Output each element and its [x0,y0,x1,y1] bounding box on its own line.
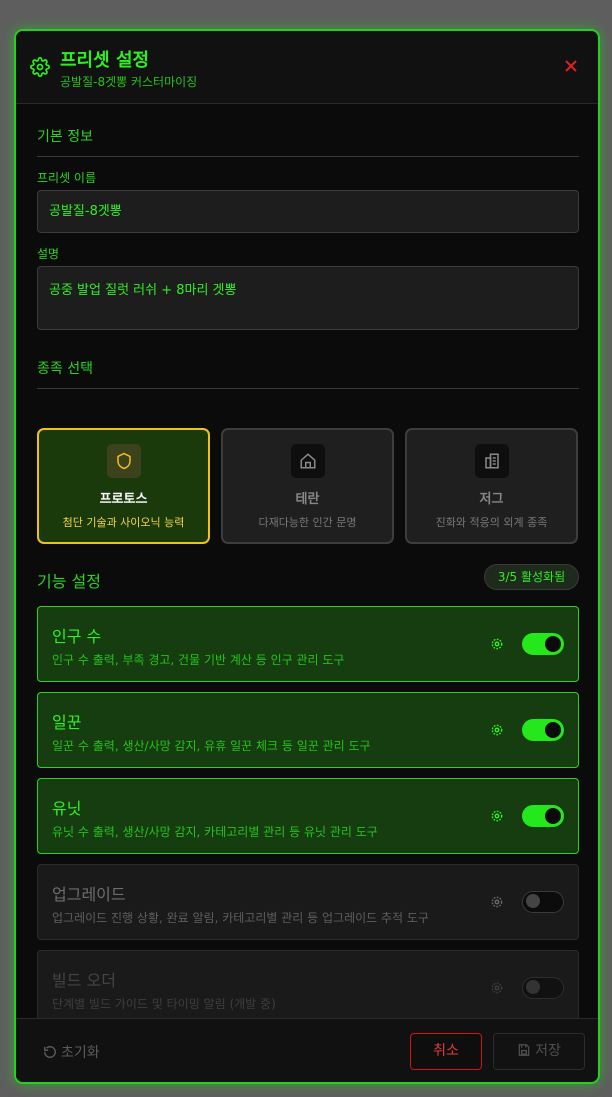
save-icon [518,1044,530,1056]
gear-icon [30,57,50,77]
feature-toggle[interactable] [522,805,564,827]
feature-description: 단계별 빌드 가이드 및 타이밍 알림 (개발 중) [52,997,276,1011]
dialog-header: 프리셋 설정 공발질-8겟뽕 커스터마이징 [16,31,598,104]
race-description: 진화와 적응의 외계 종족 [435,516,548,529]
save-button[interactable]: 저장 [493,1033,585,1070]
reset-icon [44,1046,56,1058]
feature-description: 유닛 수 출력, 생산/사망 감지, 카테고리별 관리 등 유닛 관리 도구 [52,825,378,839]
reset-button[interactable]: 초기화 [43,1042,100,1062]
feature-description: 업그레이드 진행 상황, 완료 알림, 카테고리별 관리 등 업그레이드 추적 … [52,911,429,925]
race-card-terran[interactable]: 테란 다재다능한 인간 문명 [221,428,394,544]
shield-icon [107,444,141,478]
feature-description: 인구 수 출력, 부족 경고, 건물 기반 계산 등 인구 관리 도구 [52,653,345,667]
feature-title: 인구 수 [52,627,102,646]
race-description: 다재다능한 인간 문명 [258,516,357,529]
dialog-footer: 초기화 취소 저장 [16,1018,598,1082]
active-count-badge: 3/5 활성화됨 [484,564,579,590]
race-section-title: 종족 선택 [37,358,579,389]
close-icon[interactable] [562,57,580,75]
feature-title: 유닛 [52,799,82,818]
feature-row-workers: 일꾼 일꾼 수 출력, 생산/사망 감지, 유휴 일꾼 체크 등 일꾼 관리 도… [37,692,579,768]
race-card-protoss[interactable]: 프로토스 첨단 기술과 사이오닉 능력 [37,428,210,544]
feature-row-build-order: 빌드 오더 단계별 빌드 가이드 및 타이밍 알림 (개발 중) [37,950,579,1026]
gear-icon[interactable] [490,723,504,737]
home-icon [291,444,325,478]
dialog-title: 프리셋 설정 [60,50,150,71]
race-name: 프로토스 [99,492,148,507]
dialog-subtitle: 공발질-8겟뽕 커스터마이징 [60,75,198,89]
preset-settings-dialog: 프리셋 설정 공발질-8겟뽕 커스터마이징 기본 정보 프리셋 이름 공발질-8… [14,29,600,1084]
race-name: 테란 [295,492,320,507]
save-label: 저장 [535,1043,561,1059]
race-description: 첨단 기술과 사이오닉 능력 [62,516,185,529]
basic-info-section-title: 기본 정보 [37,126,579,157]
feature-title: 업그레이드 [52,885,126,904]
feature-description: 일꾼 수 출력, 생산/사망 감지, 유휴 일꾼 체크 등 일꾼 관리 도구 [52,739,371,753]
description-textarea[interactable]: 공중 발업 질럿 러쉬 + 8마리 겟뽕 [37,266,579,330]
cancel-button[interactable]: 취소 [410,1033,482,1070]
dialog-body: 기본 정보 프리셋 이름 공발질-8겟뽕 설명 공중 발업 질럿 러쉬 + 8마… [16,104,598,1026]
reset-label: 초기화 [61,1045,100,1061]
feature-row-population: 인구 수 인구 수 출력, 부족 경고, 건물 기반 계산 등 인구 관리 도구 [37,606,579,682]
feature-title: 일꾼 [52,713,82,732]
description-label: 설명 [37,247,60,261]
race-card-zerg[interactable]: 저그 진화와 적응의 외계 종족 [405,428,578,544]
feature-toggle[interactable] [522,719,564,741]
feature-row-upgrades: 업그레이드 업그레이드 진행 상황, 완료 알림, 카테고리별 관리 등 업그레… [37,864,579,940]
preset-name-label: 프리셋 이름 [37,171,97,185]
features-section-title: 기능 설정 [37,572,101,591]
feature-toggle[interactable] [522,633,564,655]
gear-icon[interactable] [490,809,504,823]
feature-title: 빌드 오더 [52,971,116,990]
race-name: 저그 [479,492,504,507]
gear-icon[interactable] [490,637,504,651]
preset-name-input[interactable]: 공발질-8겟뽕 [37,190,579,233]
feature-toggle[interactable] [522,977,564,999]
gear-icon[interactable] [490,981,504,995]
gear-icon[interactable] [490,895,504,909]
feature-row-units: 유닛 유닛 수 출력, 생산/사망 감지, 카테고리별 관리 등 유닛 관리 도… [37,778,579,854]
feature-toggle[interactable] [522,891,564,913]
hive-icon [475,444,509,478]
